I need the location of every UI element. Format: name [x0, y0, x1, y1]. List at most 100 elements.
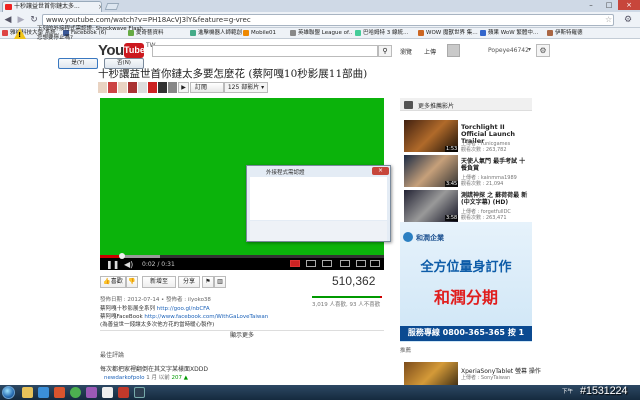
explorer-icon[interactable] — [22, 387, 33, 398]
progress-bar[interactable] — [100, 255, 384, 258]
related-title[interactable]: 測謊神探 之 蘇荷荷最 新 (中文字幕) (HD) — [461, 192, 531, 206]
show-more-button[interactable]: 顯示更多 — [100, 330, 384, 341]
scrub-handle[interactable] — [119, 253, 125, 259]
user-dropdown-icon[interactable]: ▾ — [528, 46, 531, 53]
video-duration: 3:45 — [445, 181, 459, 187]
comment-text: 每次都把家裡翻倒在其文字某樣面XDDD — [100, 366, 208, 373]
bookmark-favicon-icon — [243, 30, 249, 36]
advertiser-name: 和潤企業 — [416, 234, 444, 242]
play-all-icon[interactable]: ▶ — [178, 82, 189, 93]
related-title[interactable]: 天使人氣門 最手考試 十餐負賞 — [461, 158, 531, 172]
cc-icon[interactable] — [322, 260, 332, 267]
bookmark-item[interactable]: 蘋果 WoW 繁體中… — [480, 29, 542, 38]
watermark: #1531224 — [580, 385, 628, 397]
pause-icon[interactable]: ❚❚ — [106, 260, 119, 269]
comment-meta: newdarkofpolo 1 月 以前 207 ▲ — [104, 373, 188, 381]
username-label[interactable]: Popeye4674​2 — [488, 47, 529, 54]
stats-icon[interactable]: ▥ — [214, 276, 226, 288]
start-button[interactable] — [2, 386, 15, 399]
like-ratio-fill — [312, 296, 380, 298]
video-count-dropdown[interactable]: 125 部影片 ▾ — [224, 82, 268, 93]
bookmark-label: 英雄聯盟 League of… — [298, 30, 352, 36]
channel-icon[interactable] — [128, 82, 137, 93]
dialog-message: 下列的外接程式需認證: Shockwave Flash — [37, 26, 143, 32]
ad-headline: 全方位量身訂作 — [420, 260, 512, 275]
app-icon[interactable] — [102, 387, 113, 398]
popout-icon[interactable] — [340, 260, 350, 267]
bookmark-item[interactable]: Mobile01 — [243, 29, 288, 38]
description-line: 蔡阿嘎FaceBook http://www.facebook.com/With… — [100, 312, 268, 320]
share-button[interactable]: 分享 — [178, 276, 200, 288]
ie-icon[interactable] — [38, 387, 49, 398]
dialog-close-icon[interactable]: × — [372, 167, 389, 175]
browse-link[interactable]: 瀏覽 — [400, 47, 412, 56]
app-icon[interactable] — [86, 387, 97, 398]
avatar[interactable] — [447, 44, 460, 57]
dislike-button[interactable]: 👎 — [126, 276, 138, 288]
playlist-icon — [404, 101, 413, 109]
channel-icon[interactable] — [148, 82, 157, 93]
related-views: 觀看次數 : 263,471 — [461, 215, 507, 221]
channel-icon[interactable] — [158, 82, 167, 93]
like-label: 喜歡 — [110, 278, 123, 285]
flag-icon[interactable]: ⚑ — [202, 276, 214, 288]
description-line: 蔡阿嘎十秒影展全系列 http://goo.gl/nbCFA — [100, 304, 210, 312]
video-duration: 1:53 — [445, 146, 459, 152]
app-icon[interactable] — [134, 387, 145, 398]
bookmark-item[interactable]: 進擊機器人師範創作 — [190, 29, 242, 38]
like-button[interactable]: 👍喜歡 — [100, 276, 126, 288]
bookmark-item[interactable]: WOW 魔獸世界 集… — [418, 29, 478, 38]
search-input[interactable] — [152, 45, 378, 57]
bookmark-label: 蘋果 WoW 繁體中… — [488, 30, 539, 36]
tab-bar: 十秒讓益世首你鏈太多... × – □ × — [0, 0, 640, 12]
annotations-icon[interactable] — [306, 260, 316, 267]
bookmark-item[interactable]: 伊斯特羅德 — [547, 29, 597, 38]
description-line: (為善益世一錢讓太多次他方花的當時暖心製作) — [100, 322, 215, 328]
channel-icon[interactable] — [118, 82, 127, 93]
add-to-button[interactable]: 新增至 — [142, 276, 176, 288]
subscribe-button[interactable]: 訂閱 — [190, 82, 224, 93]
chrome-icon[interactable] — [70, 387, 81, 398]
channel-icon[interactable] — [168, 82, 177, 93]
minimize-button[interactable]: – — [582, 0, 600, 10]
app-icon[interactable] — [118, 387, 129, 398]
tab-active[interactable]: 十秒讓益世首你鏈太多... × — [2, 1, 102, 12]
yes-button[interactable]: 是(Y) — [58, 58, 98, 69]
media-player-icon[interactable] — [54, 387, 65, 398]
wrench-icon[interactable]: ⚙ — [624, 14, 632, 26]
channel-icon[interactable] — [138, 82, 147, 93]
volume-icon[interactable]: ◀) — [124, 260, 133, 269]
youtube-logo-tube[interactable]: Tube — [124, 43, 145, 58]
ad-hotline: 服務專線 0800-365-365 按 1 — [407, 328, 525, 337]
video-title: 十秒讓益世首你鏈太多要怎麼花 (蔡阿嘎10秒影展11部曲) — [98, 68, 368, 80]
channel-icon[interactable] — [108, 82, 117, 93]
tray-clock[interactable]: 下午 — [562, 387, 573, 395]
tab-title: 十秒讓益世首你鏈太多... — [14, 3, 80, 10]
bookmark-favicon-icon — [480, 30, 486, 36]
bookmark-favicon-icon — [418, 30, 424, 36]
fullscreen-icon[interactable] — [370, 260, 380, 267]
youtube-logo-you[interactable]: You — [98, 42, 124, 59]
back-arrow-icon[interactable]: ◀ — [2, 14, 14, 26]
forward-arrow-icon[interactable]: ▶ — [15, 14, 27, 26]
like-ratio-bar — [312, 296, 382, 298]
settings-gear-icon[interactable]: ⚙ — [536, 44, 550, 57]
search-icon[interactable]: ⚲ — [378, 45, 392, 57]
bookmark-item[interactable]: 英雄聯盟 League of… — [290, 29, 352, 38]
quality-icon[interactable] — [290, 260, 300, 267]
upload-link[interactable]: 上傳 — [424, 47, 436, 56]
no-button[interactable]: 否(N) — [104, 58, 144, 69]
video-duration: 3:58 — [445, 215, 459, 221]
bookmark-favicon-icon — [190, 30, 196, 36]
window-close-button[interactable]: × — [618, 0, 640, 10]
channel-icon[interactable] — [98, 82, 107, 93]
comment-user[interactable]: newdarkofpolo — [104, 375, 145, 381]
tab-close-icon[interactable]: × — [98, 3, 101, 12]
maximize-button[interactable]: □ — [600, 0, 618, 10]
bookmark-item[interactable]: 巴哈姆特 3 線統… — [355, 29, 415, 38]
theater-icon[interactable] — [356, 260, 366, 267]
recommended-label: 推薦 — [400, 348, 412, 354]
bookmark-label: Mobile01 — [251, 30, 277, 36]
bookmark-star-icon[interactable]: ☆ — [605, 14, 612, 26]
new-tab-button[interactable] — [104, 3, 120, 10]
